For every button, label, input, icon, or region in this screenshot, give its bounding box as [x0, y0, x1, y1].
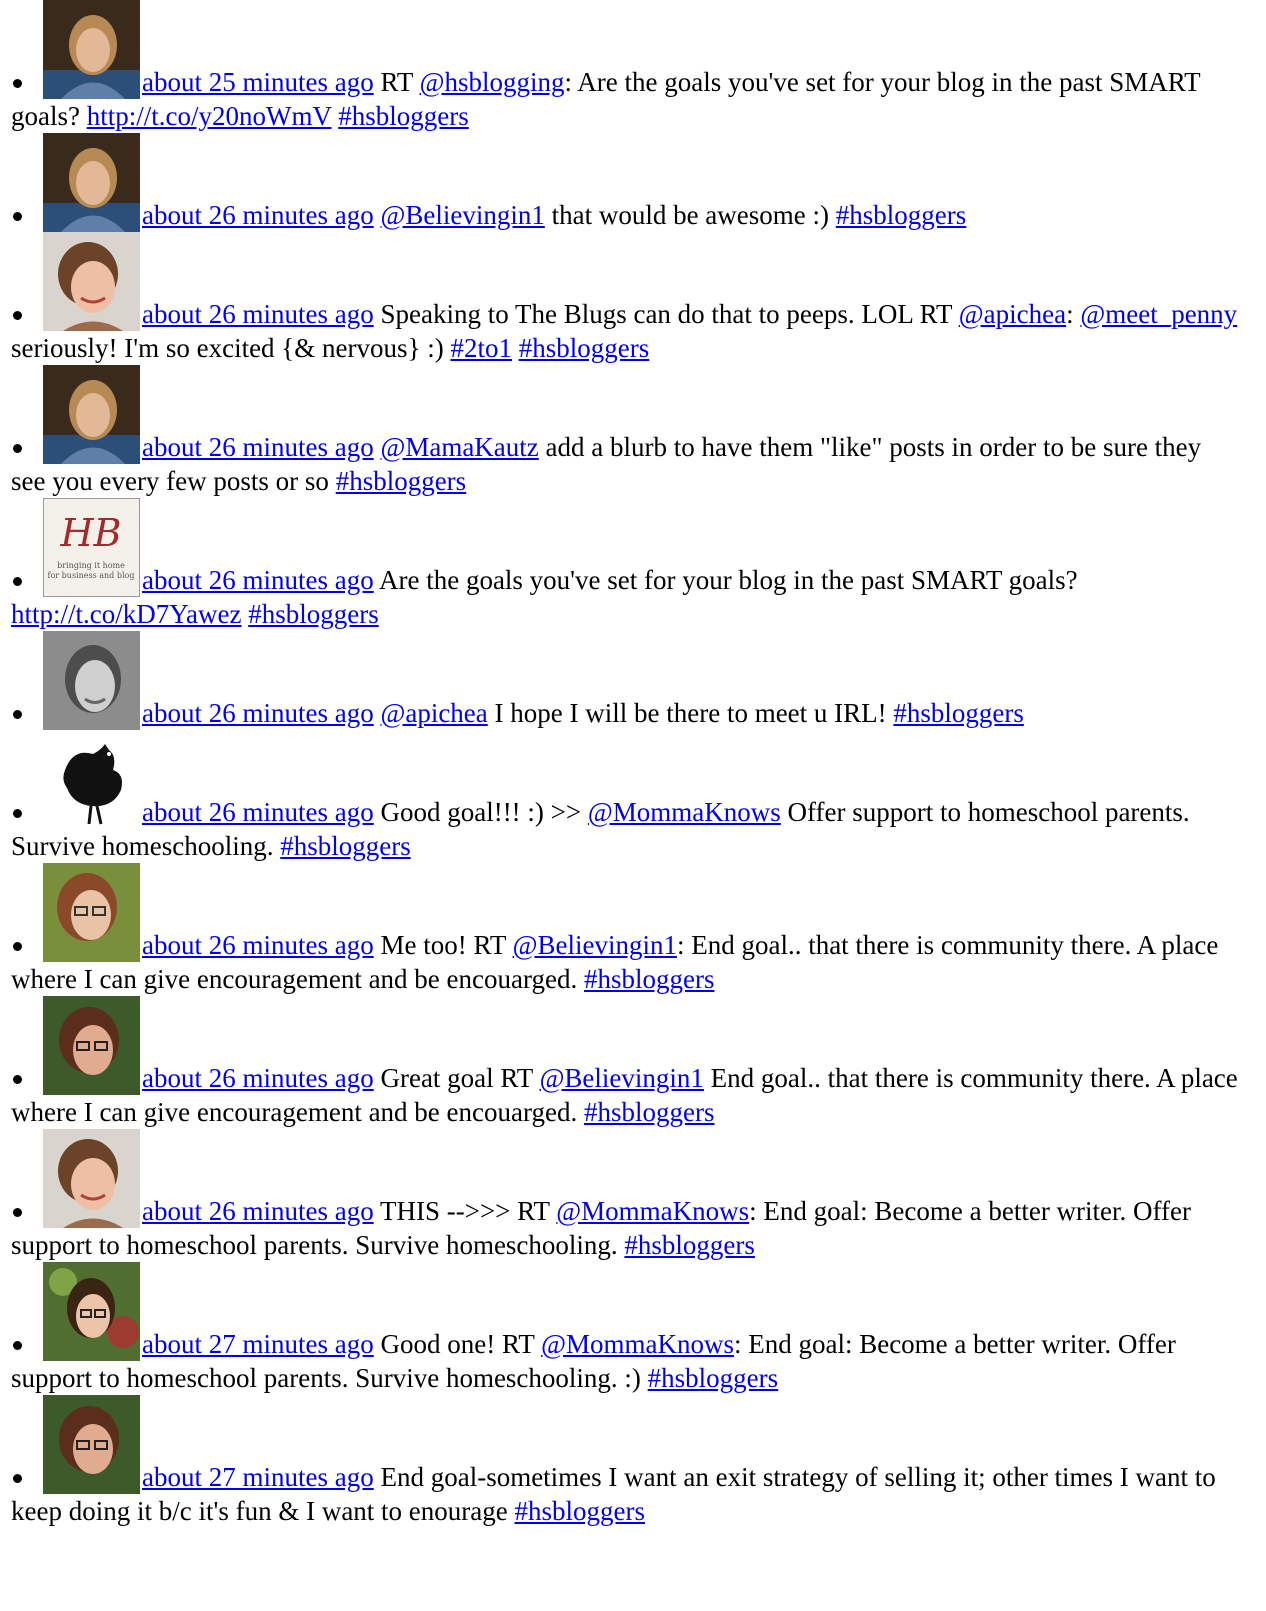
mention-link[interactable]: @Believingin1 — [513, 930, 677, 960]
hashtag-link[interactable]: #2to1 — [450, 333, 512, 363]
tweet-text: that would be awesome :) — [544, 200, 836, 230]
hashtag-link[interactable]: #hsbloggers — [336, 466, 467, 496]
tweet-text — [512, 333, 519, 363]
hashtag-link[interactable]: #hsbloggers — [280, 831, 411, 861]
tweet-timestamp-link[interactable]: about 26 minutes ago — [142, 698, 374, 728]
hashtag-link[interactable]: #hsbloggers — [338, 101, 469, 131]
user-avatar-icon-woman-glasses-brown[interactable] — [43, 996, 140, 1095]
tweet-text: Good goal!!! :) >> — [373, 797, 588, 827]
hashtag-link[interactable]: #hsbloggers — [584, 964, 715, 994]
mention-link[interactable]: @MommaKnows — [541, 1329, 734, 1359]
tweet-text: Good one! RT — [373, 1329, 542, 1359]
tweet-item: about 26 minutes ago @apichea I hope I w… — [11, 631, 1241, 730]
tweet-timestamp-link[interactable]: about 26 minutes ago — [142, 1196, 374, 1226]
tweet-timestamp-link[interactable]: about 26 minutes ago — [142, 1063, 374, 1093]
user-avatar-icon-grayscale-woman[interactable] — [43, 631, 140, 730]
user-avatar-icon-woman-garden[interactable] — [43, 1262, 140, 1361]
tweet-text: Great goal RT — [373, 1063, 540, 1093]
tweet-item: about 27 minutes ago Good one! RT @Momma… — [11, 1262, 1241, 1395]
hashtag-link[interactable]: #hsbloggers — [248, 599, 379, 629]
tweet-timestamp-link[interactable]: about 26 minutes ago — [142, 200, 374, 230]
tweet-item: about 26 minutes ago Good goal!!! :) >> … — [11, 730, 1241, 863]
tweet-text: seriously! I'm so excited {& nervous} :) — [11, 333, 451, 363]
user-avatar-icon-woman-glasses-brown[interactable] — [43, 1395, 140, 1494]
hashtag-link[interactable]: #hsbloggers — [648, 1363, 779, 1393]
user-avatar-icon-smiling-woman[interactable] — [43, 232, 140, 331]
tweet-timestamp-link[interactable]: about 26 minutes ago — [142, 797, 374, 827]
user-avatar-icon-blonde-woman[interactable] — [43, 0, 140, 99]
svg-text:HB: HB — [59, 511, 121, 555]
tweet-text: Are the goals you've set for your blog i… — [373, 565, 1078, 595]
tweet-item: about 26 minutes ago THIS -->>> RT @Momm… — [11, 1129, 1241, 1262]
tweet-feed: about 25 minutes ago RT @hsblogging: Are… — [0, 0, 1241, 1528]
tweet-text: RT — [373, 67, 420, 97]
svg-text:for business and blog: for business and blog — [48, 571, 135, 580]
hashtag-link[interactable]: #hsbloggers — [624, 1230, 755, 1260]
mention-link[interactable]: @hsblogging — [420, 67, 565, 97]
user-avatar-icon-smiling-woman[interactable] — [43, 1129, 140, 1228]
tweet-timestamp-link[interactable]: about 25 minutes ago — [142, 67, 374, 97]
tweet-item: about 27 minutes ago End goal-sometimes … — [11, 1395, 1241, 1528]
hen-silhouette-icon[interactable] — [43, 730, 140, 829]
mention-link[interactable]: @MamaKautz — [380, 432, 538, 462]
hashtag-link[interactable]: #hsbloggers — [836, 200, 967, 230]
tweet-text: I hope I will be there to meet u IRL! — [487, 698, 894, 728]
hashtag-link[interactable]: #hsbloggers — [515, 1496, 646, 1526]
tweet-timestamp-link[interactable]: about 26 minutes ago — [142, 299, 374, 329]
tweet-item: about 26 minutes ago Great goal RT @Beli… — [11, 996, 1241, 1129]
mention-link[interactable]: @MommaKnows — [588, 797, 781, 827]
url-link[interactable]: http://t.co/y20noWmV — [87, 101, 332, 131]
user-avatar-icon-blonde-woman[interactable] — [43, 365, 140, 464]
mention-link[interactable]: @MommaKnows — [556, 1196, 749, 1226]
tweet-timestamp-link[interactable]: about 26 minutes ago — [142, 432, 374, 462]
tweet-timestamp-link[interactable]: about 26 minutes ago — [142, 930, 374, 960]
hashtag-link[interactable]: #hsbloggers — [893, 698, 1024, 728]
tweet-text: Speaking to The Blugs can do that to pee… — [373, 299, 959, 329]
tweet-item: about 26 minutes ago @MamaKautz add a bl… — [11, 365, 1241, 498]
url-link[interactable]: http://t.co/kD7Yawez — [11, 599, 242, 629]
tweet-item: HB bringing it home for business and blog a… — [11, 498, 1241, 631]
mention-link[interactable]: @Believingin1 — [540, 1063, 704, 1093]
mention-link[interactable]: @apichea — [959, 299, 1066, 329]
hb-logo-icon[interactable]: HB bringing it home for business and blog — [43, 498, 140, 597]
tweet-text: : — [1066, 299, 1081, 329]
tweet-item: about 25 minutes ago RT @hsblogging: Are… — [11, 0, 1241, 133]
tweet-item: about 26 minutes ago Speaking to The Blu… — [11, 232, 1241, 365]
tweet-timestamp-link[interactable]: about 26 minutes ago — [142, 565, 374, 595]
tweet-text: Me too! RT — [373, 930, 513, 960]
hashtag-link[interactable]: #hsbloggers — [519, 333, 650, 363]
tweet-timestamp-link[interactable]: about 27 minutes ago — [142, 1329, 374, 1359]
hashtag-link[interactable]: #hsbloggers — [584, 1097, 715, 1127]
user-avatar-icon-blonde-woman[interactable] — [43, 133, 140, 232]
tweet-item: about 26 minutes ago Me too! RT @Believi… — [11, 863, 1241, 996]
tweet-text: THIS -->>> RT — [373, 1196, 557, 1226]
svg-text:bringing it home: bringing it home — [57, 561, 125, 570]
tweet-timestamp-link[interactable]: about 27 minutes ago — [142, 1462, 374, 1492]
tweet-item: about 26 minutes ago @Believingin1 that … — [11, 133, 1241, 232]
user-avatar-icon-woman-glasses[interactable] — [43, 863, 140, 962]
mention-link[interactable]: @apichea — [380, 698, 487, 728]
mention-link[interactable]: @meet_penny — [1080, 299, 1237, 329]
mention-link[interactable]: @Believingin1 — [380, 200, 544, 230]
